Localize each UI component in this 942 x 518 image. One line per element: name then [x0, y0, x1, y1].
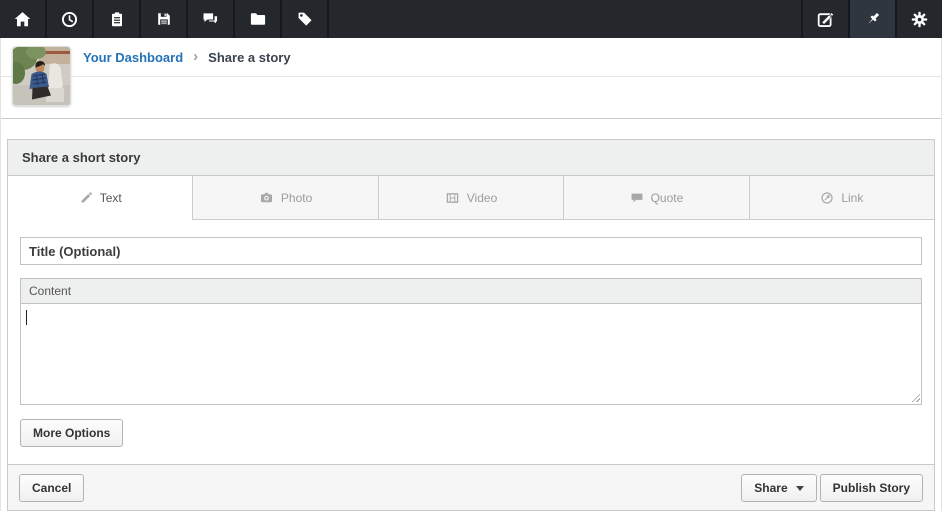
footer-actions: Share Publish Story	[741, 473, 923, 502]
caret-down-icon	[795, 485, 804, 491]
pencil-icon	[80, 191, 92, 203]
tab-quote[interactable]: Quote	[563, 176, 749, 220]
chevron-right-icon: ›	[193, 47, 199, 65]
link-globe-icon	[821, 191, 833, 204]
share-dropdown-button[interactable]: Share	[741, 473, 817, 502]
content-textarea[interactable]	[20, 303, 922, 405]
more-options-button[interactable]: More Options	[20, 419, 124, 447]
breadcrumb-dashboard-link[interactable]: Your Dashboard	[83, 50, 183, 65]
tab-photo-label: Photo	[280, 190, 313, 205]
save-floppy-icon[interactable]	[141, 0, 188, 38]
tab-text-label: Text	[99, 190, 122, 205]
navbar-left-group	[0, 0, 329, 38]
share-label: Share	[754, 480, 788, 495]
settings-gear-icon[interactable]	[895, 0, 942, 38]
compose-icon[interactable]	[801, 0, 848, 38]
quote-bubble-icon	[631, 193, 642, 203]
cancel-button[interactable]: Cancel	[19, 473, 85, 502]
breadcrumb-current: Share a story	[208, 49, 291, 65]
page-content: Your Dashboard › Share a story Share a s…	[0, 38, 942, 511]
content-gap	[1, 119, 941, 139]
top-navbar	[0, 0, 942, 38]
tab-link[interactable]: Link	[748, 176, 935, 220]
publish-story-button[interactable]: Publish Story	[819, 473, 923, 502]
content-label: Content	[20, 278, 922, 303]
tab-video[interactable]: Video	[377, 176, 564, 220]
title-input[interactable]	[20, 237, 922, 265]
folder-icon[interactable]	[235, 0, 282, 38]
comments-icon[interactable]	[188, 0, 235, 38]
camera-icon	[260, 192, 272, 202]
clipboard-icon[interactable]	[94, 0, 141, 38]
text-caret	[26, 310, 27, 325]
film-icon	[446, 192, 458, 203]
pin-icon[interactable]	[848, 0, 895, 38]
panel-footer: Cancel Share Publish Story	[8, 464, 934, 510]
navbar-right-group	[801, 0, 942, 38]
tab-quote-label: Quote	[650, 190, 684, 205]
tag-icon[interactable]	[282, 0, 329, 38]
content-field: Content	[20, 278, 922, 405]
panel-title: Share a short story	[8, 140, 934, 176]
header-spacer-row	[1, 77, 941, 119]
breadcrumb: Your Dashboard › Share a story	[1, 38, 941, 77]
avatar	[12, 46, 71, 106]
post-type-tabs: Text Photo Video Quote Link	[8, 176, 935, 220]
panel-body: Content More Options	[8, 220, 934, 464]
history-clock-icon[interactable]	[47, 0, 94, 38]
home-icon[interactable]	[0, 0, 47, 38]
tab-video-label: Video	[466, 190, 498, 205]
tab-link-label: Link	[841, 190, 864, 205]
share-story-panel: Share a short story Text Photo Video Quo…	[7, 139, 935, 511]
tab-photo[interactable]: Photo	[192, 176, 378, 220]
tab-text[interactable]: Text	[8, 176, 193, 220]
